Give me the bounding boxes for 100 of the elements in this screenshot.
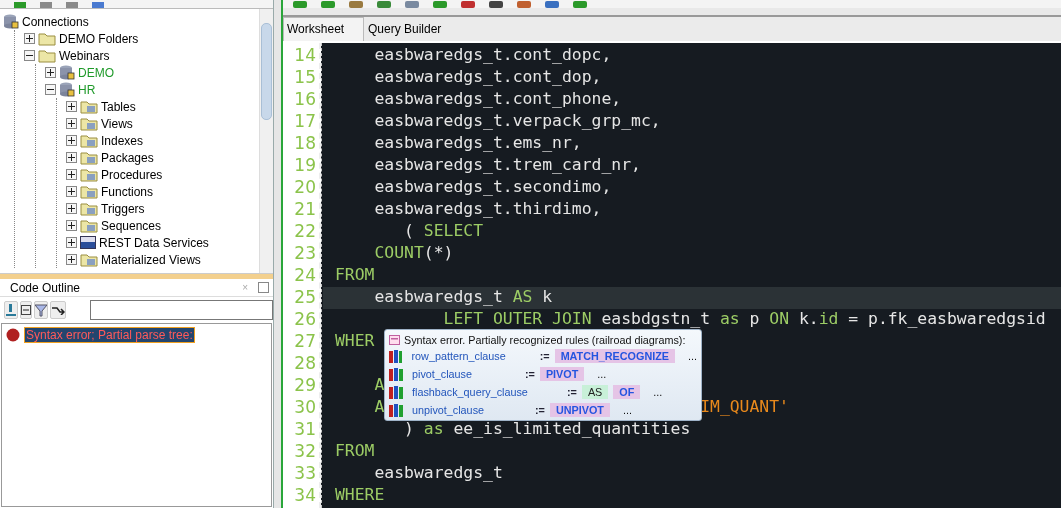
tree-item[interactable]: Procedures (101, 167, 163, 182)
code-text: (*) (423, 243, 454, 262)
collapse-icon[interactable] (20, 301, 32, 319)
expand-toggle[interactable] (66, 135, 77, 146)
toolbar-icon[interactable] (461, 1, 475, 8)
toolbar-icon[interactable] (433, 1, 447, 8)
code-text: easbwaredgs_t (374, 287, 503, 306)
toolbar-icon[interactable] (349, 1, 363, 8)
tree-item[interactable]: Views (101, 116, 133, 131)
line-number: 31 (293, 419, 317, 441)
code-text: WHER (335, 331, 375, 350)
line-number: 29 (293, 375, 317, 397)
line-number: 19 (293, 155, 317, 177)
folder-icon (80, 133, 98, 148)
error-icon (6, 328, 20, 342)
window-icon (389, 334, 400, 345)
tree-item[interactable]: Triggers (101, 201, 145, 216)
toolbar-icon[interactable] (545, 1, 559, 8)
tab[interactable]: Query Builder (364, 17, 455, 41)
code-text: k (542, 287, 553, 306)
rule-name[interactable]: unpivot_clause (412, 404, 530, 416)
toolbar-icon[interactable] (377, 1, 391, 8)
expand-toggle[interactable] (66, 220, 77, 231)
rule-name[interactable]: flashback_query_clause (412, 386, 562, 398)
panel-title: Code Outline (10, 280, 82, 295)
line-number: 26 (293, 309, 317, 331)
books-icon (389, 367, 403, 381)
rule-token: MATCH_RECOGNIZE (554, 349, 675, 363)
tree-item[interactable]: REST Data Services (99, 235, 209, 250)
tree-item[interactable]: Tables (101, 99, 136, 114)
tree-item[interactable]: Functions (101, 184, 154, 199)
line-number: 27 (293, 331, 317, 353)
folder-icon (80, 116, 98, 131)
minimize-icon[interactable] (258, 282, 269, 293)
code-text: = p.fk_easbwaredgsid (848, 309, 1046, 328)
toolbar-icon[interactable] (517, 1, 531, 8)
popup-title: Syntax error. Partially recognized rules (railroad diagrams): (404, 333, 686, 346)
ellipsis: ... (653, 386, 663, 398)
code-text: ) (404, 419, 414, 438)
folder-icon (80, 167, 98, 182)
folder-icon (80, 252, 98, 267)
line-number: 28 (293, 353, 317, 375)
tree-item[interactable]: Sequences (101, 218, 162, 233)
rule-token: UNPIVOT (549, 403, 610, 417)
code-text: SELECT (423, 221, 484, 240)
code-text: IM_QUANT' (700, 397, 789, 416)
collapse-toggle[interactable] (45, 84, 56, 95)
code-text: easbwaredgs_t.ems_nr, (374, 133, 582, 152)
tree-item[interactable]: Webinars (59, 48, 110, 63)
toolbar-icon[interactable] (293, 1, 307, 8)
expand-toggle[interactable] (66, 101, 77, 112)
tree-item[interactable]: DEMO (78, 65, 114, 80)
tree-item[interactable]: Indexes (101, 133, 144, 148)
filter-icon[interactable] (34, 301, 48, 319)
expand-toggle[interactable] (66, 237, 77, 248)
operator: := (535, 404, 545, 416)
line-number: 24 (293, 265, 317, 287)
line-number: 20 (293, 177, 317, 199)
tree-item[interactable]: HR (78, 82, 96, 97)
code-text: as (719, 309, 740, 328)
tree-item[interactable]: Materialized Views (101, 252, 201, 267)
code-text: ee_is_limited_quantities (453, 419, 691, 438)
expand-toggle[interactable] (24, 33, 35, 44)
expand-toggle[interactable] (66, 118, 77, 129)
toolbar-icon[interactable] (321, 1, 335, 8)
code-text: k. (798, 309, 819, 328)
operator: := (525, 368, 535, 380)
ellipsis: ... (597, 368, 607, 380)
toolbar-icon[interactable] (405, 1, 419, 8)
code-text: WHERE (335, 485, 385, 504)
tab[interactable]: Worksheet (283, 17, 364, 41)
operator: := (539, 350, 550, 362)
expand-toggle[interactable] (66, 186, 77, 197)
tree-item[interactable]: DEMO Folders (59, 31, 139, 46)
database-icon (3, 14, 19, 29)
toolbar-icon[interactable] (489, 1, 503, 8)
folder-icon (38, 48, 56, 63)
code-text: AS (512, 287, 533, 306)
expand-toggle[interactable] (66, 254, 77, 265)
expand-toggle[interactable] (45, 67, 56, 78)
ellipsis: ... (622, 404, 632, 416)
books-icon (389, 349, 403, 363)
code-text: FROM (335, 265, 375, 284)
line-number: 25 (293, 287, 317, 309)
code-text: A (374, 397, 385, 416)
expand-toggle[interactable] (66, 169, 77, 180)
operator: := (567, 386, 577, 398)
collapse-toggle[interactable] (24, 50, 35, 61)
toolbar-icon[interactable] (573, 1, 587, 8)
code-text: easbwaredgs_t.thirdimo, (374, 199, 602, 218)
search-field[interactable] (90, 300, 273, 320)
code-text: easbwaredgs_t.verpack_grp_mc, (374, 111, 661, 130)
tree-item[interactable]: Connections (22, 14, 89, 29)
line-number: 32 (293, 441, 317, 463)
code-text: easbwaredgs_t.trem_card_nr, (374, 155, 641, 174)
expand-toggle[interactable] (66, 152, 77, 163)
rule-name[interactable]: pivot_clause (412, 368, 520, 380)
rule-name[interactable]: row_pattern_clause (411, 350, 535, 362)
tree-item[interactable]: Packages (101, 150, 154, 165)
expand-toggle[interactable] (66, 203, 77, 214)
